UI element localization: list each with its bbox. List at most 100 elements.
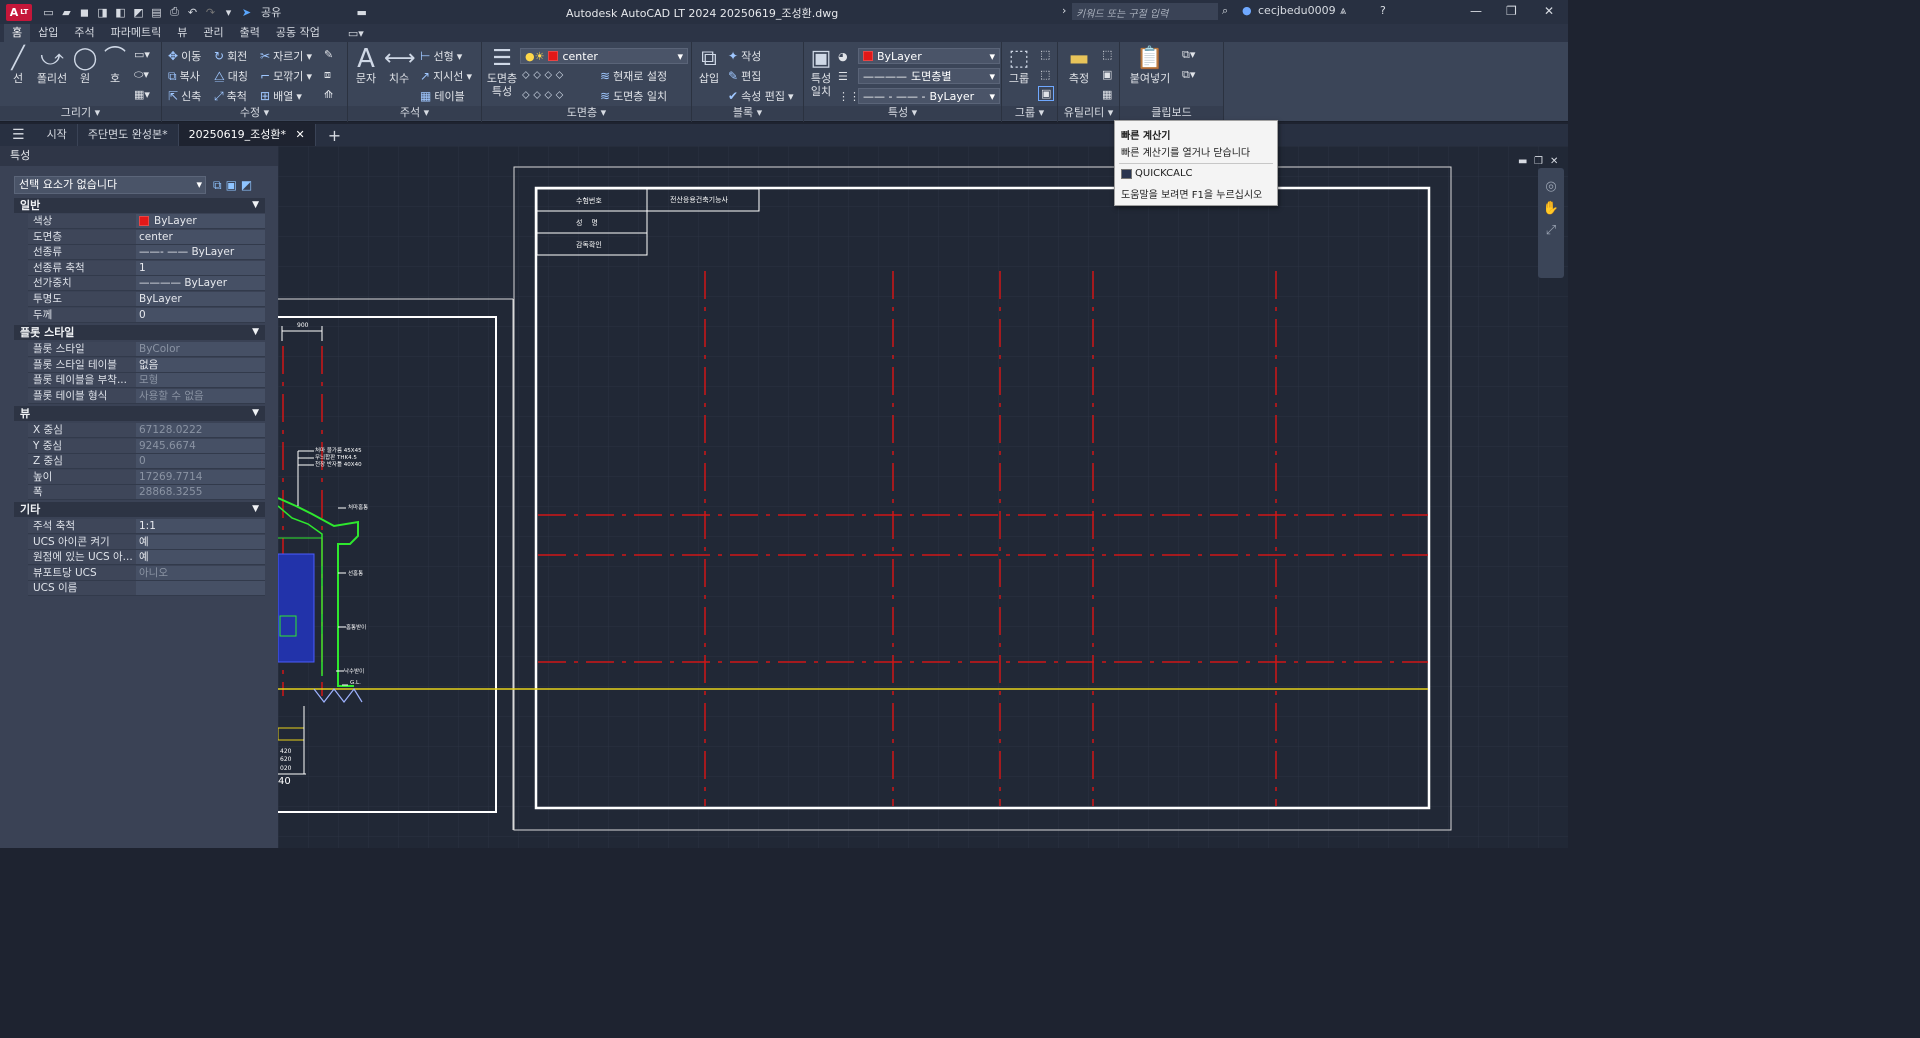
property-value[interactable]: 9245.6674 [136,438,265,453]
groups-panel-title[interactable]: 그룹 ▾ [1002,106,1057,120]
property-value[interactable]: ByLayer [136,214,265,228]
color-dropdown[interactable]: ByLayer ▾ [858,48,1000,64]
quick-select-icon[interactable]: ⬚ [1102,48,1112,61]
linetype-dropdown[interactable]: —— - —— - ByLayer ▾ [858,88,1000,104]
offset-icon[interactable]: ⟰ [324,88,333,101]
property-value[interactable]: 예 [136,550,265,565]
user-name[interactable]: cecjbedu0009 [1258,4,1336,17]
clipboard-panel-title[interactable]: 클립보드 [1120,106,1223,120]
match-layer-button[interactable]: ≋ 도면층 일치 [600,88,667,104]
menu-icon[interactable]: ☰ [0,127,37,143]
group-button[interactable]: ⬚ 그룹 [1004,46,1034,85]
tab-section-drawing[interactable]: 주단면도 완성본* [78,124,179,146]
property-value[interactable]: center [136,229,265,244]
stretch-button[interactable]: ⇱ 신축 [168,88,201,104]
property-row-misc[interactable]: UCS 이름 [28,581,265,597]
property-value[interactable]: ByColor [136,342,265,356]
steering-wheel-icon[interactable]: ◎ [1538,176,1564,198]
group-select-icon[interactable]: ▣ [1038,86,1055,101]
property-value[interactable]: 0 [136,454,265,469]
property-value[interactable]: ——- —— ByLayer [136,245,265,260]
arc-button[interactable]: ⌒ 호 [102,46,128,85]
lineweight-dropdown[interactable]: ———— 도면층별 ▾ [858,68,1000,84]
workspace-icon[interactable]: ▬ [354,5,369,19]
drawing-canvas[interactable]: 수험번호 전산응용건축기능사 성 명 감독확인 900 처마 물가름 45X45… [278,146,1568,848]
close-tab-icon[interactable]: ✕ [296,128,305,141]
property-value[interactable]: ———— ByLayer [136,276,265,291]
search-input[interactable]: 키워드 또는 구절 입력 [1072,3,1218,20]
property-row-view[interactable]: 높이 17269.7714 [28,469,265,485]
print-icon[interactable]: ⎙ [167,5,182,19]
section-plot-style[interactable]: 플롯 스타일 ▼ [14,325,265,340]
layer-properties-button[interactable]: ☰ 도면층 특성 [484,46,520,98]
property-row-general[interactable]: 선종류 축척 1 [28,260,265,276]
tab-view[interactable]: 뷰 [169,24,195,42]
property-value[interactable]: ByLayer [136,292,265,306]
quick-select-buttons[interactable]: ⧉▣◩ [213,178,256,193]
close-icon[interactable]: ✕ [1544,4,1554,18]
property-row-misc[interactable]: 뷰포트당 UCS 아니오 [28,565,265,581]
property-row-view[interactable]: Z 중심 0 [28,454,265,470]
new-tab-icon[interactable]: + [316,126,353,145]
property-value[interactable]: 예 [136,534,265,549]
table-button[interactable]: ▦ 테이블 [420,88,465,104]
rectangle-icon[interactable]: ▭▾ [134,48,150,61]
property-value[interactable] [136,581,265,596]
open-file-icon[interactable]: ▰ [59,5,74,19]
select-all-icon[interactable]: ▣ [1102,68,1112,81]
pan-icon[interactable]: ✋ [1538,198,1564,220]
erase-icon[interactable]: ✎ [324,48,333,61]
properties-panel-title[interactable]: 특성 ▾ [804,106,1001,120]
linetype-icon[interactable]: ⋮⋮ [838,90,860,103]
ribbon-toggle-icon[interactable]: ▭▾ [348,27,364,40]
layer-dropdown[interactable]: ●☀ center ▾ [520,48,688,64]
property-value[interactable]: 0 [136,307,265,322]
property-row-general[interactable]: 두께 0 [28,307,265,323]
application-menu-button[interactable]: A LT [6,3,32,21]
property-row-misc[interactable]: 원점에 있는 UCS 아... 예 [28,550,265,566]
paste-button[interactable]: 📋 붙여넣기 [1126,46,1174,85]
open-web-icon[interactable]: ◧ [113,5,128,19]
user-icon[interactable]: ● [1242,4,1252,17]
text-button[interactable]: A 문자 [352,46,380,85]
trim-button[interactable]: ✂ 자르기 ▾ [260,48,312,64]
viewport-close-icon[interactable]: ✕ [1550,156,1558,167]
section-misc[interactable]: 기타 ▼ [14,502,265,517]
polyline-button[interactable]: ⤻ 폴리선 [34,46,70,85]
attribute-edit-button[interactable]: ✔ 속성 편집 ▾ [728,88,794,104]
minimize-icon[interactable]: — [1470,4,1482,18]
help-icon[interactable]: ? [1380,4,1386,17]
customize-qat-icon[interactable]: ▾ [221,5,236,19]
rotate-button[interactable]: ↻ 회전 [214,48,247,64]
autodesk-app-icon[interactable]: ⩓ [1340,4,1346,18]
property-row-general[interactable]: 투명도 ByLayer [28,292,265,307]
property-value[interactable]: 사용할 수 없음 [136,388,265,403]
property-row-view[interactable]: X 중심 67128.0222 [28,423,265,438]
fillet-button[interactable]: ⌐ 모깎기 ▾ [260,68,312,84]
ungroup-icon[interactable]: ⬚ [1040,48,1050,61]
make-current-button[interactable]: ≋ 현재로 설정 [600,68,667,84]
property-row-general[interactable]: 도면층 center [28,229,265,245]
match-properties-button[interactable]: ▣ 특성 일치 [806,46,836,98]
share-label[interactable]: 공유 [261,4,281,20]
insert-block-button[interactable]: ⧉ 삽입 [694,46,724,85]
plot-preview-icon[interactable]: ▤ [149,5,164,19]
viewport-minimize-icon[interactable]: ▬ [1518,156,1527,167]
circle-button[interactable]: ◯ 원 [72,46,98,85]
property-row-misc[interactable]: UCS 아이콘 켜기 예 [28,534,265,550]
property-row-plot[interactable]: 플롯 스타일 테이블 없음 [28,357,265,373]
leader-button[interactable]: ↗ 지시선 ▾ [420,68,472,84]
property-row-plot[interactable]: 플롯 스타일 ByColor [28,342,265,357]
mirror-button[interactable]: ⧋ 대칭 [214,68,248,84]
line-button[interactable]: ╱ 선 [4,46,32,85]
tab-home[interactable]: 홈 [4,24,31,42]
lineweight-icon[interactable]: ☰ [838,70,848,83]
restore-icon[interactable]: ❐ [1506,4,1517,18]
tab-current-drawing[interactable]: 20250619_조성환* ✕ [178,124,316,146]
edit-block-button[interactable]: ✎ 편집 [728,68,761,84]
layer-tools-row2[interactable]: ⬦ ⬦ ⬦ ⬦ [522,88,563,102]
property-row-plot[interactable]: 플롯 테이블을 부착... 모형 [28,373,265,389]
layer-tools-row1[interactable]: ⬦ ⬦ ⬦ ⬦ [522,68,563,82]
utilities-panel-title[interactable]: 유틸리티 ▾ [1058,106,1119,120]
property-value[interactable]: 67128.0222 [136,423,265,437]
